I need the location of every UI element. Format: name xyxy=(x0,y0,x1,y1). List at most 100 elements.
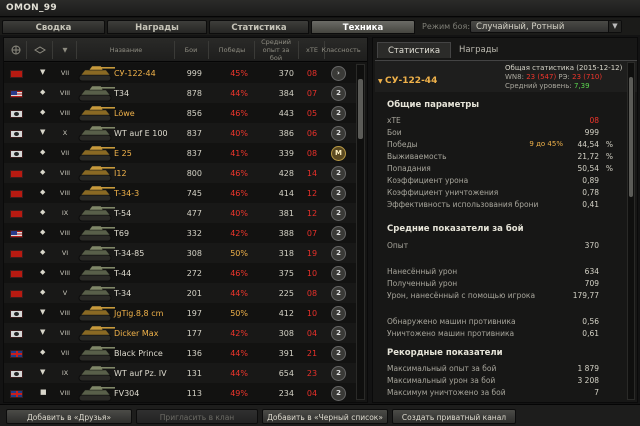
table-row[interactable]: ◆ VIII Löwe 856 46% 443 05 2 xyxy=(4,103,356,124)
battle-mode-select[interactable]: Случайный, Ротный ▼ xyxy=(470,20,622,33)
vehicle-class-icon: ◆ xyxy=(40,348,46,356)
add-blacklist-button[interactable]: Добавить в «Черный список» xyxy=(262,409,388,424)
table-row[interactable]: ▼ IX WT auf Pz. IV 131 44% 654 23 2 xyxy=(4,363,356,384)
table-scroll-thumb[interactable] xyxy=(358,79,363,139)
vehicle-battles: 136 xyxy=(186,349,202,358)
add-friend-button[interactable]: Добавить в «Друзья» xyxy=(6,409,132,424)
stat-value: 08 xyxy=(589,116,599,125)
table-row[interactable]: ▼ X WT auf E 100 837 40% 386 06 2 xyxy=(4,123,356,144)
side-scroll-thumb[interactable] xyxy=(629,77,633,197)
header-battles[interactable]: Бои xyxy=(176,41,206,59)
stat-value: 179,77 xyxy=(572,291,599,300)
side-tab-statistics[interactable]: Статистика xyxy=(377,42,452,58)
side-scrollbar[interactable] xyxy=(627,62,635,400)
vehicle-name: E 25 xyxy=(114,149,132,158)
mastery-badge-icon: › xyxy=(331,66,346,81)
vehicle-xte: 07 xyxy=(306,229,318,238)
vehicle-battles: 131 xyxy=(186,369,202,378)
nation-flag-icon xyxy=(10,290,23,298)
header-name[interactable]: Название xyxy=(78,41,174,59)
vehicle-battles: 177 xyxy=(186,329,202,338)
vehicle-name: T34 xyxy=(114,89,130,98)
nation-flag-icon xyxy=(10,270,23,278)
table-row[interactable]: ◆ VIII I12 800 46% 428 14 2 xyxy=(4,163,356,184)
tab-awards[interactable]: Награды xyxy=(107,20,207,34)
table-row[interactable]: ◆ VI T-34-85 308 50% 318 19 2 xyxy=(4,243,356,264)
stat-label: Нанесённый урон xyxy=(387,267,458,276)
stat-label: Обнаружено машин противника xyxy=(387,317,516,326)
table-row[interactable]: ◆ VII E 25 837 41% 339 08 M xyxy=(4,143,356,164)
tab-vehicles[interactable]: Техника xyxy=(311,20,415,34)
stat-label: Максимальный урон за бой xyxy=(387,376,496,385)
vehicle-name: T-54 xyxy=(114,209,132,218)
table-row[interactable]: ◆ VIII T34 878 44% 384 07 2 xyxy=(4,83,356,104)
collapse-triangle-icon[interactable]: ▼ xyxy=(378,78,383,85)
tank-icon xyxy=(76,344,116,363)
vehicle-avg-exp: 412 xyxy=(278,309,294,318)
header-wins[interactable]: Победы xyxy=(210,41,254,59)
vehicle-battles: 308 xyxy=(186,249,202,258)
table-row[interactable]: ▼ VII СУ-122-44 999 45% 370 08 › xyxy=(4,63,356,84)
stat-label: Выживаемость xyxy=(387,152,447,161)
vehicle-winrate: 44% xyxy=(230,289,248,298)
tank-icon xyxy=(76,244,116,263)
stat-label: Попадания xyxy=(387,164,431,173)
table-row[interactable]: ◆ V T-34 201 44% 225 08 2 xyxy=(4,283,356,304)
vehicle-name: Black Prince xyxy=(114,349,163,358)
chevron-down-icon[interactable]: ▼ xyxy=(608,21,621,32)
stat-value: 634 xyxy=(584,267,599,276)
table-row[interactable]: ◆ VII Black Prince 136 44% 391 21 2 xyxy=(4,343,356,364)
vehicle-winrate: 49% xyxy=(230,389,248,398)
vehicle-class-icon: ▼ xyxy=(40,308,46,316)
vehicle-avg-exp: 388 xyxy=(278,229,294,238)
vehicle-tier: VIII xyxy=(59,189,71,197)
section-records: Рекордные показатели xyxy=(387,348,503,358)
table-scrollbar[interactable] xyxy=(356,64,365,400)
vehicle-battles: 800 xyxy=(186,169,202,178)
mastery-badge-icon: 2 xyxy=(331,246,346,261)
side-tab-awards[interactable]: Награды xyxy=(449,42,508,58)
stat-label: Коэффициент урона xyxy=(387,176,469,185)
tab-statistics[interactable]: Статистика xyxy=(209,20,309,34)
vehicle-winrate: 42% xyxy=(230,329,248,338)
table-row[interactable]: ■ VIII FV304 113 49% 234 04 2 xyxy=(4,383,356,402)
mastery-badge-icon: 2 xyxy=(331,306,346,321)
table-row[interactable]: ◆ IX T-54 477 40% 381 12 2 xyxy=(4,203,356,224)
tier-sort-icon[interactable]: ▼ xyxy=(54,41,76,59)
vehicle-avg-exp: 384 xyxy=(278,89,294,98)
table-row[interactable]: ▼ VIII Dicker Max 177 42% 308 04 2 xyxy=(4,323,356,344)
type-sort-icon[interactable] xyxy=(30,41,50,59)
vehicle-class-icon: ◆ xyxy=(40,108,46,116)
table-row[interactable]: ◆ VIII T69 332 42% 388 07 2 xyxy=(4,223,356,244)
vehicle-name: T-34-85 xyxy=(114,249,145,258)
header-avg-exp[interactable]: Средний опыт за бой xyxy=(256,38,296,62)
mastery-badge-icon: 2 xyxy=(331,346,346,361)
stat-label: Максимум уничтожено за бой xyxy=(387,388,506,397)
stat-value: 0,61 xyxy=(582,329,599,338)
nation-flag-icon xyxy=(10,70,23,78)
stat-label: Уничтожено машин противника xyxy=(387,329,515,338)
tank-icon xyxy=(76,304,116,323)
tab-summary[interactable]: Сводка xyxy=(2,20,105,34)
vehicle-battles: 201 xyxy=(186,289,202,298)
nation-flag-icon xyxy=(10,390,23,398)
vehicle-tier: VII xyxy=(60,69,70,77)
mastery-badge-icon: 2 xyxy=(331,326,346,341)
table-row[interactable]: ◆ VIII T-34-3 745 46% 414 12 2 xyxy=(4,183,356,204)
section-general: Общие параметры xyxy=(387,100,480,110)
vehicle-avg-exp: 318 xyxy=(278,249,294,258)
vehicle-xte: 12 xyxy=(306,189,318,198)
create-channel-button[interactable]: Создать приватный канал xyxy=(392,409,516,424)
wn8-value: 23 (547) xyxy=(526,73,557,81)
header-mastery[interactable]: Классность xyxy=(321,41,360,59)
vehicle-avg-exp: 381 xyxy=(278,209,294,218)
stat-label: Победы xyxy=(387,140,418,149)
vehicle-winrate: 50% xyxy=(230,309,248,318)
table-row[interactable]: ◆ VIII T-44 272 46% 375 10 2 xyxy=(4,263,356,284)
table-row[interactable]: ▼ VIII JgTig.8,8 cm 197 50% 412 10 2 xyxy=(4,303,356,324)
stat-value: 0,56 xyxy=(582,317,599,326)
bottom-bar: Добавить в «Друзья» Пригласить в клан До… xyxy=(0,404,640,426)
invite-clan-button[interactable]: Пригласить в клан xyxy=(136,409,258,424)
stat-label: xTE xyxy=(387,116,401,125)
nation-sort-icon[interactable] xyxy=(8,41,24,59)
